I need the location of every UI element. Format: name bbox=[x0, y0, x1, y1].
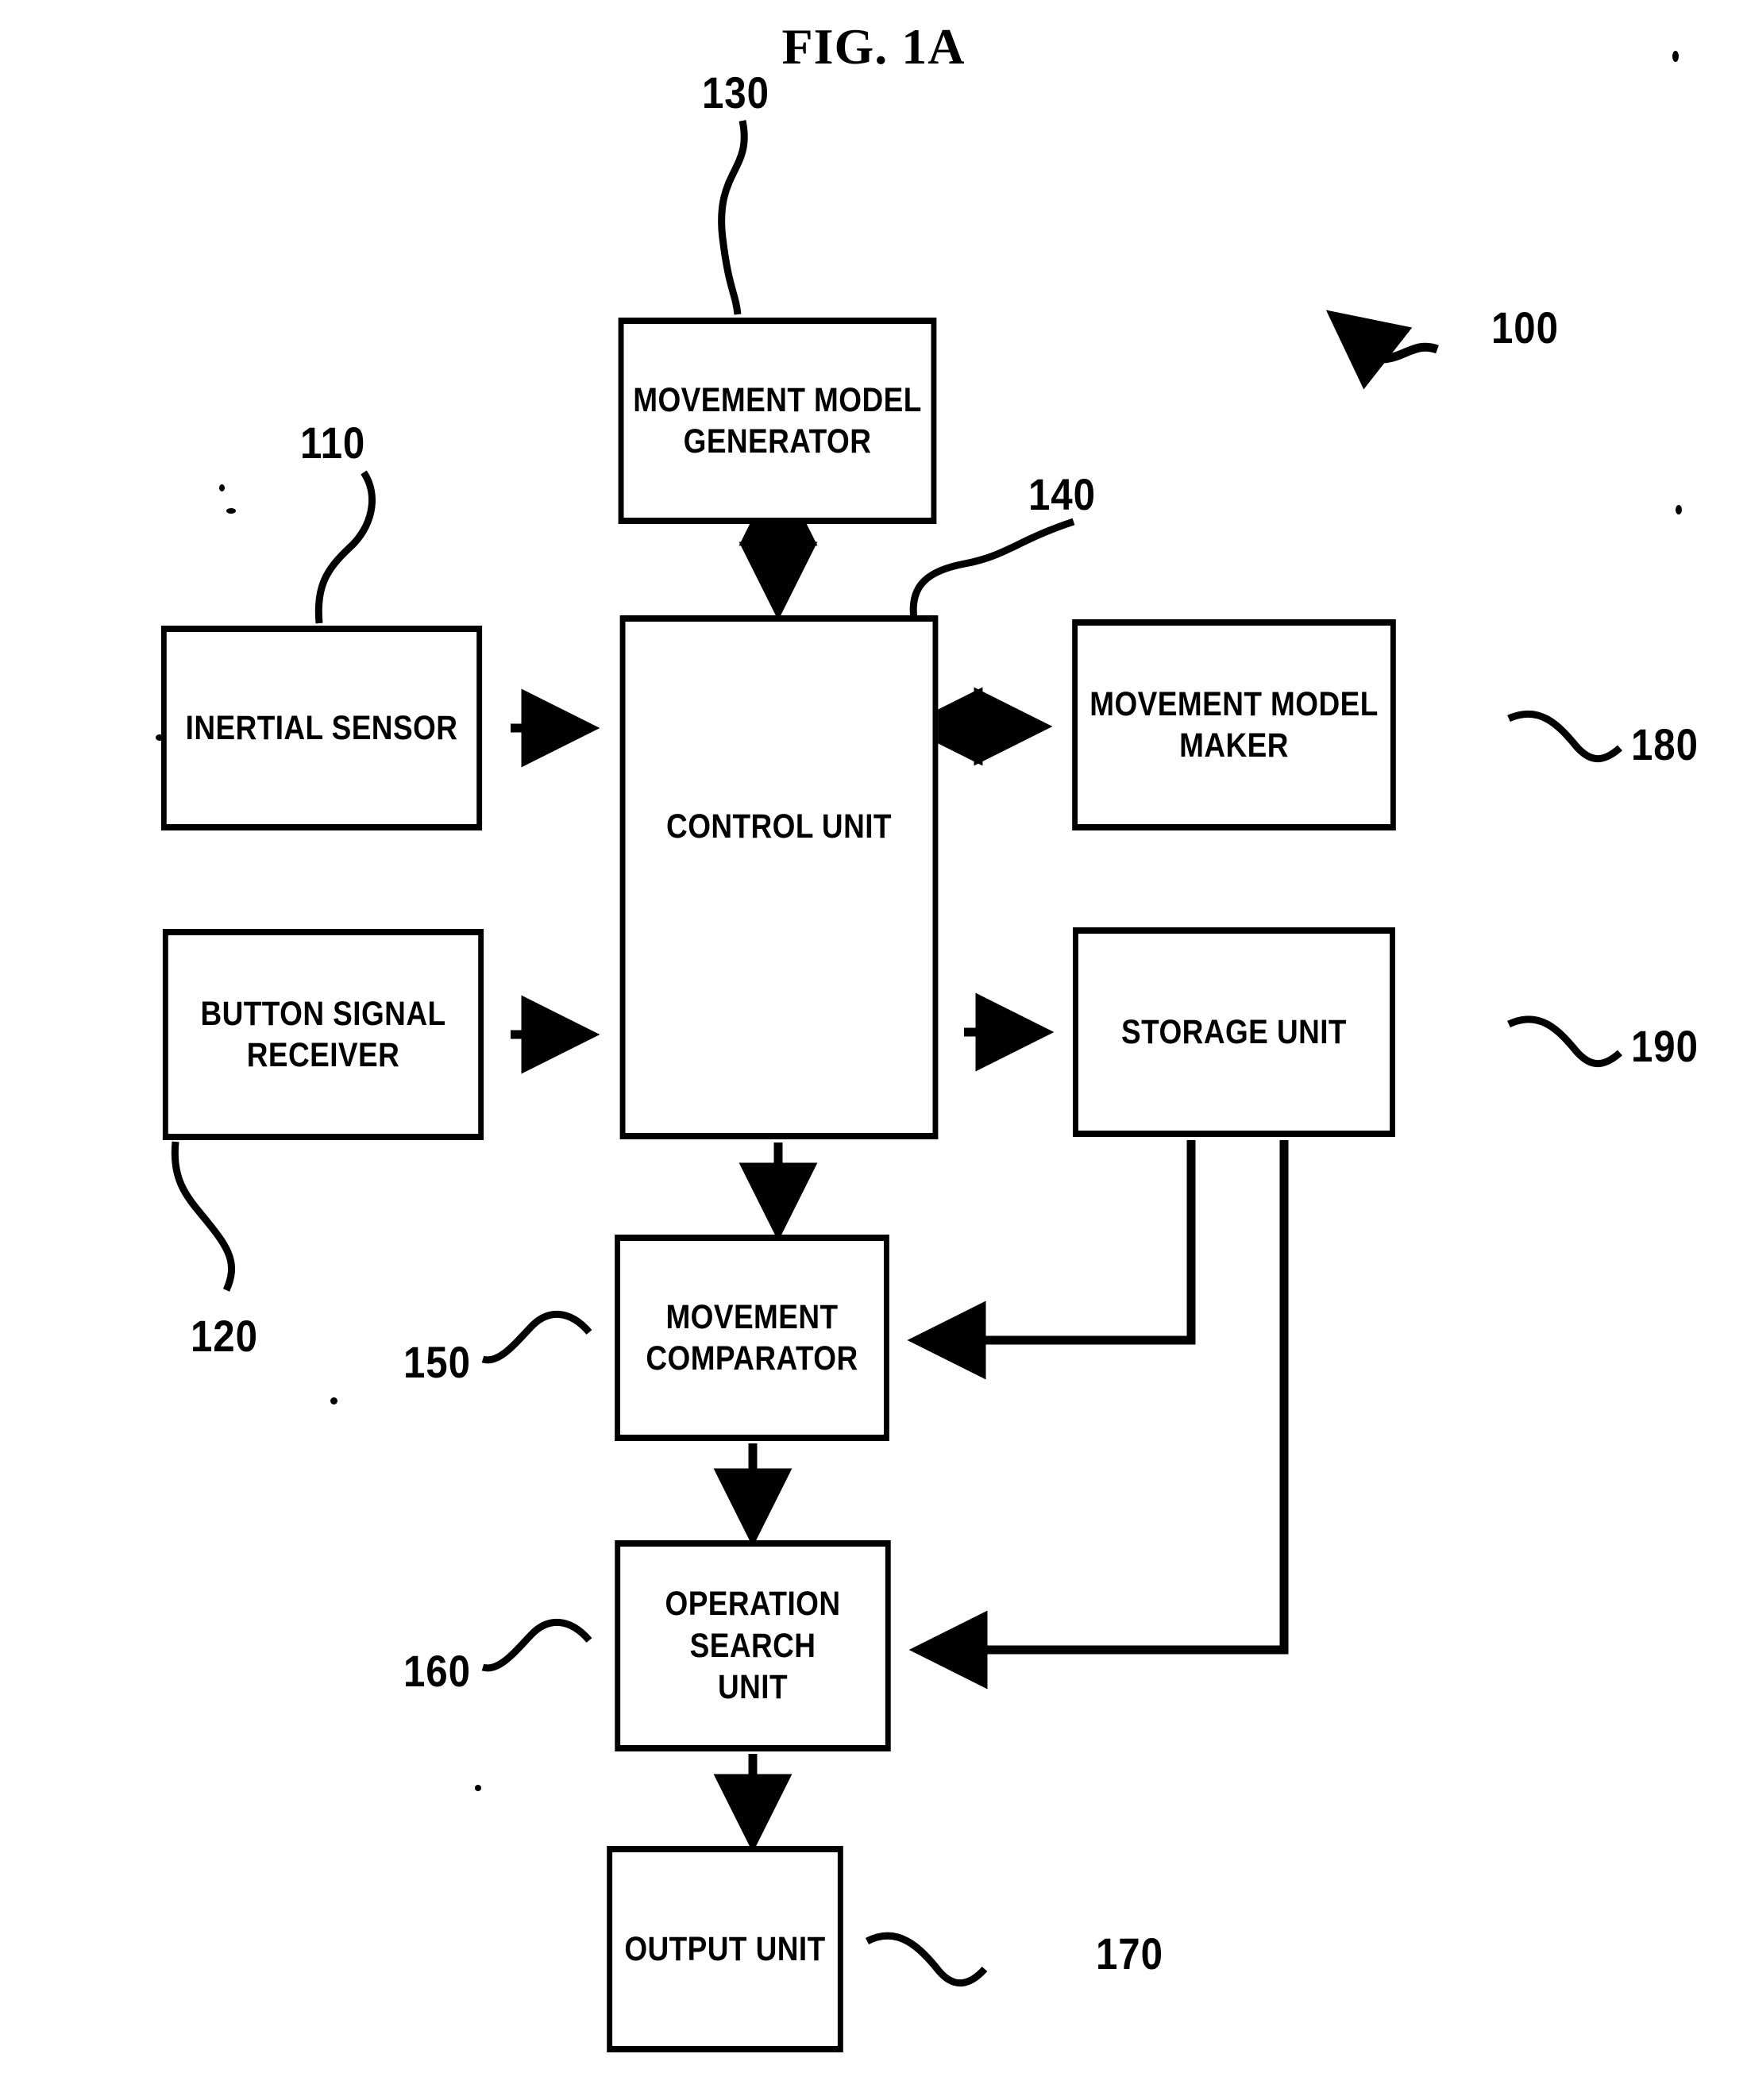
leader-line-140 bbox=[909, 518, 1075, 619]
scan-speck bbox=[226, 508, 236, 514]
leader-arrow-100 bbox=[1325, 310, 1439, 390]
block-output-unit[interactable]: OUTPUT UNIT bbox=[607, 1846, 843, 2052]
reference-numeral-130: 130 bbox=[702, 67, 769, 118]
leader-line-110 bbox=[314, 470, 376, 624]
block-control-unit[interactable]: CONTROL UNIT bbox=[619, 615, 939, 1139]
block-movement-model-generator[interactable]: MOVEMENT MODEL GENERATOR bbox=[618, 318, 937, 524]
scan-speck bbox=[219, 484, 225, 491]
connector-storage-unit-operation-search-unit bbox=[908, 1140, 1289, 1690]
block-label: OPERATION SEARCH UNIT bbox=[665, 1585, 841, 1707]
leader-line-180 bbox=[1507, 710, 1622, 763]
block-label: OUTPUT UNIT bbox=[624, 1929, 826, 1968]
reference-numeral-160: 160 bbox=[403, 1646, 471, 1696]
leader-line-170 bbox=[865, 1932, 988, 1987]
leader-line-120 bbox=[171, 1141, 236, 1292]
block-label: BUTTON SIGNAL RECEIVER bbox=[200, 994, 446, 1074]
leader-line-190 bbox=[1507, 1015, 1622, 1068]
reference-numeral-110: 110 bbox=[300, 418, 366, 468]
block-storage-unit[interactable]: STORAGE UNIT bbox=[1073, 927, 1395, 1137]
block-label: MOVEMENT MODEL GENERATOR bbox=[633, 380, 922, 460]
leader-line-150 bbox=[481, 1311, 592, 1364]
reference-numeral-100: 100 bbox=[1491, 302, 1559, 353]
scan-speck bbox=[330, 1397, 337, 1404]
block-label: STORAGE UNIT bbox=[1121, 1012, 1347, 1051]
block-button-signal-receiver[interactable]: BUTTON SIGNAL RECEIVER bbox=[162, 929, 484, 1140]
scan-speck bbox=[1676, 505, 1682, 514]
block-movement-model-maker[interactable]: MOVEMENT MODEL MAKER bbox=[1072, 619, 1396, 830]
scan-speck bbox=[1672, 51, 1679, 62]
leader-line-130 bbox=[718, 120, 748, 315]
reference-numeral-150: 150 bbox=[403, 1337, 471, 1387]
block-movement-comparator[interactable]: MOVEMENT COMPARATOR bbox=[615, 1235, 889, 1441]
figure-page: FIG. 1A MOVEMENT MODEL GENERATOR INERTIA… bbox=[0, 0, 1747, 2100]
connector-storage-unit-movement-comparator bbox=[907, 1140, 1196, 1380]
block-operation-search-unit[interactable]: OPERATION SEARCH UNIT bbox=[615, 1540, 891, 1751]
reference-numeral-190: 190 bbox=[1631, 1021, 1699, 1071]
reference-numeral-170: 170 bbox=[1096, 1929, 1163, 1979]
scan-speck bbox=[475, 1785, 481, 1791]
block-label: INERTIAL SENSOR bbox=[185, 708, 458, 747]
block-inertial-sensor[interactable]: INERTIAL SENSOR bbox=[160, 626, 483, 830]
block-label: MOVEMENT COMPARATOR bbox=[646, 1297, 858, 1378]
block-label: MOVEMENT MODEL MAKER bbox=[1089, 684, 1379, 765]
leader-line-160 bbox=[481, 1619, 592, 1672]
reference-numeral-120: 120 bbox=[191, 1311, 258, 1361]
reference-numeral-180: 180 bbox=[1631, 719, 1699, 769]
block-label: CONTROL UNIT bbox=[666, 807, 892, 846]
reference-numeral-140: 140 bbox=[1028, 469, 1096, 519]
